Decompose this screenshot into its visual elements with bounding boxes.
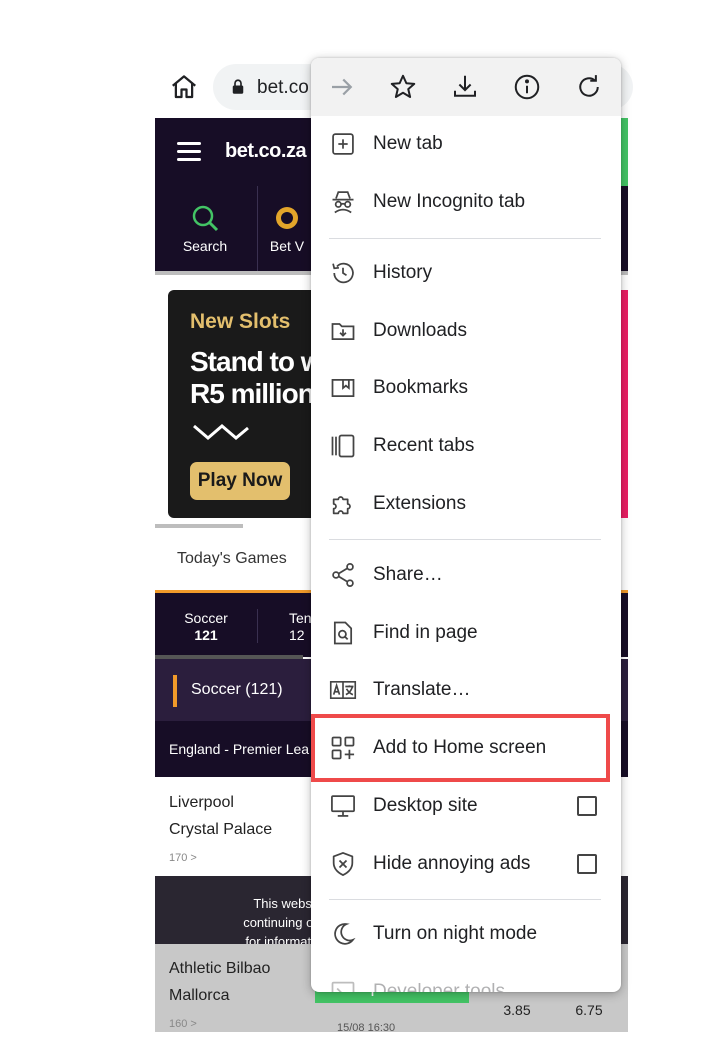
menu-item-label: Turn on night mode <box>373 923 538 944</box>
match-away-team[interactable]: Crystal Palace <box>169 821 272 839</box>
hide-ads-checkbox[interactable] <box>577 854 597 874</box>
league-title: England - Premier Lea <box>169 741 310 757</box>
sport-divider <box>257 609 258 643</box>
menu-item-label: New Incognito tab <box>373 191 526 212</box>
promo-banner[interactable]: New Slots Stand to w R5 million Play Now <box>168 290 318 518</box>
match-2-more-markets[interactable]: 160 > <box>169 1018 197 1030</box>
home-icon[interactable] <box>169 72 199 102</box>
menu-item-label: Hide annoying ads <box>373 853 531 874</box>
menu-divider <box>329 238 601 239</box>
find-in-page-icon <box>329 619 357 647</box>
search-icon <box>191 204 219 232</box>
chevron-down-icon <box>192 422 250 442</box>
menu-item-extensions[interactable]: Extensions <box>311 476 621 532</box>
menu-item-label: Find in page <box>373 622 478 643</box>
menu-item-new-tab[interactable]: New tab <box>311 116 621 172</box>
section-accent <box>173 675 177 707</box>
side-banner-green <box>621 118 628 186</box>
menu-item-label: Translate… <box>373 679 471 700</box>
menu-item-label: Developer tools <box>373 981 506 992</box>
menu-item-share[interactable]: Share… <box>311 547 621 603</box>
menu-item-label: Bookmarks <box>373 377 469 398</box>
promo-headline-line-2: R5 million <box>190 378 315 409</box>
nav-search-label: Search <box>182 238 228 254</box>
new-tab-icon <box>329 130 357 158</box>
promo-banner-next[interactable] <box>621 290 628 518</box>
sport-tennis-label: Ten <box>289 610 312 626</box>
menu-item-new-incognito-tab[interactable]: New Incognito tab <box>311 174 621 230</box>
moon-icon <box>329 920 357 948</box>
nav-bet-v[interactable]: Bet V <box>257 204 317 254</box>
promo-headline-line-1: Stand to w <box>190 346 318 377</box>
recent-tabs-icon <box>329 432 357 460</box>
promo-kicker: New Slots <box>190 310 291 333</box>
forward-icon[interactable] <box>327 72 357 102</box>
tab-todays-games[interactable]: Today's Games <box>177 550 287 568</box>
info-icon[interactable] <box>512 72 542 102</box>
menu-toolbar <box>311 58 621 116</box>
match-home-team[interactable]: Liverpool <box>169 794 234 812</box>
shield-icon <box>329 850 357 878</box>
site-logo[interactable]: bet.co.za <box>225 140 307 163</box>
lock-icon <box>229 78 247 96</box>
menu-item-translate[interactable]: Translate… <box>311 662 621 718</box>
sport-tennis[interactable]: Ten 12 <box>289 610 312 644</box>
odds-away[interactable]: 6.75 <box>559 1002 619 1018</box>
desktop-icon <box>329 792 357 820</box>
highlight-box <box>311 714 610 782</box>
hamburger-menu-icon[interactable] <box>177 142 201 162</box>
download-icon[interactable] <box>450 72 480 102</box>
promo-scroll-indicator <box>155 524 243 528</box>
overflow-menu: New tab New Incognito tab History Downlo… <box>311 58 621 992</box>
match-2-home-team[interactable]: Athletic Bilbao <box>169 960 270 978</box>
promo-headline: Stand to w R5 million <box>190 346 318 410</box>
menu-item-developer-tools[interactable]: Developer tools <box>311 964 621 992</box>
match-2-away-team[interactable]: Mallorca <box>169 987 229 1005</box>
menu-item-label: Extensions <box>373 493 466 514</box>
bet-icon <box>273 204 301 232</box>
menu-item-label: Desktop site <box>373 795 478 816</box>
bookmarks-icon <box>329 374 357 402</box>
menu-item-downloads[interactable]: Downloads <box>311 303 621 359</box>
match-more-markets[interactable]: 170 > <box>169 852 197 864</box>
incognito-icon <box>329 188 357 216</box>
menu-item-label: Share… <box>373 564 443 585</box>
menu-item-bookmarks[interactable]: Bookmarks <box>311 360 621 416</box>
odds-draw[interactable]: 3.85 <box>487 1002 547 1018</box>
menu-item-label: New tab <box>373 133 443 154</box>
menu-divider <box>329 539 601 540</box>
menu-item-night-mode[interactable]: Turn on night mode <box>311 906 621 962</box>
menu-item-label: Downloads <box>373 320 467 341</box>
bookmark-star-icon[interactable] <box>388 72 418 102</box>
sport-soccer-count: 121 <box>194 627 218 643</box>
menu-item-label: History <box>373 262 433 283</box>
nav-bet-label: Bet V <box>269 238 305 254</box>
downloads-icon <box>329 317 357 345</box>
developer-tools-icon <box>329 978 357 992</box>
translate-icon <box>329 676 357 704</box>
menu-item-hide-annoying-ads[interactable]: Hide annoying ads <box>311 836 621 892</box>
sport-soccer[interactable]: Soccer 121 <box>155 610 257 644</box>
url-text: bet.co <box>257 77 309 98</box>
reload-icon[interactable] <box>574 72 604 102</box>
play-now-button[interactable]: Play Now <box>190 462 290 500</box>
nav-search[interactable]: Search <box>155 204 255 254</box>
menu-item-find-in-page[interactable]: Find in page <box>311 605 621 661</box>
menu-item-history[interactable]: History <box>311 245 621 301</box>
menu-item-desktop-site[interactable]: Desktop site <box>311 778 621 834</box>
menu-item-label: Recent tabs <box>373 435 475 456</box>
match-2-date: 15/08 16:30 <box>337 1022 396 1032</box>
menu-item-recent-tabs[interactable]: Recent tabs <box>311 418 621 474</box>
history-icon <box>329 259 357 287</box>
share-icon <box>329 561 357 589</box>
desktop-site-checkbox[interactable] <box>577 796 597 816</box>
menu-divider <box>329 899 601 900</box>
sport-tennis-count: 12 <box>289 627 305 643</box>
section-title: Soccer (121) <box>191 681 283 698</box>
extensions-icon <box>329 490 357 518</box>
sport-soccer-label: Soccer <box>184 610 228 626</box>
